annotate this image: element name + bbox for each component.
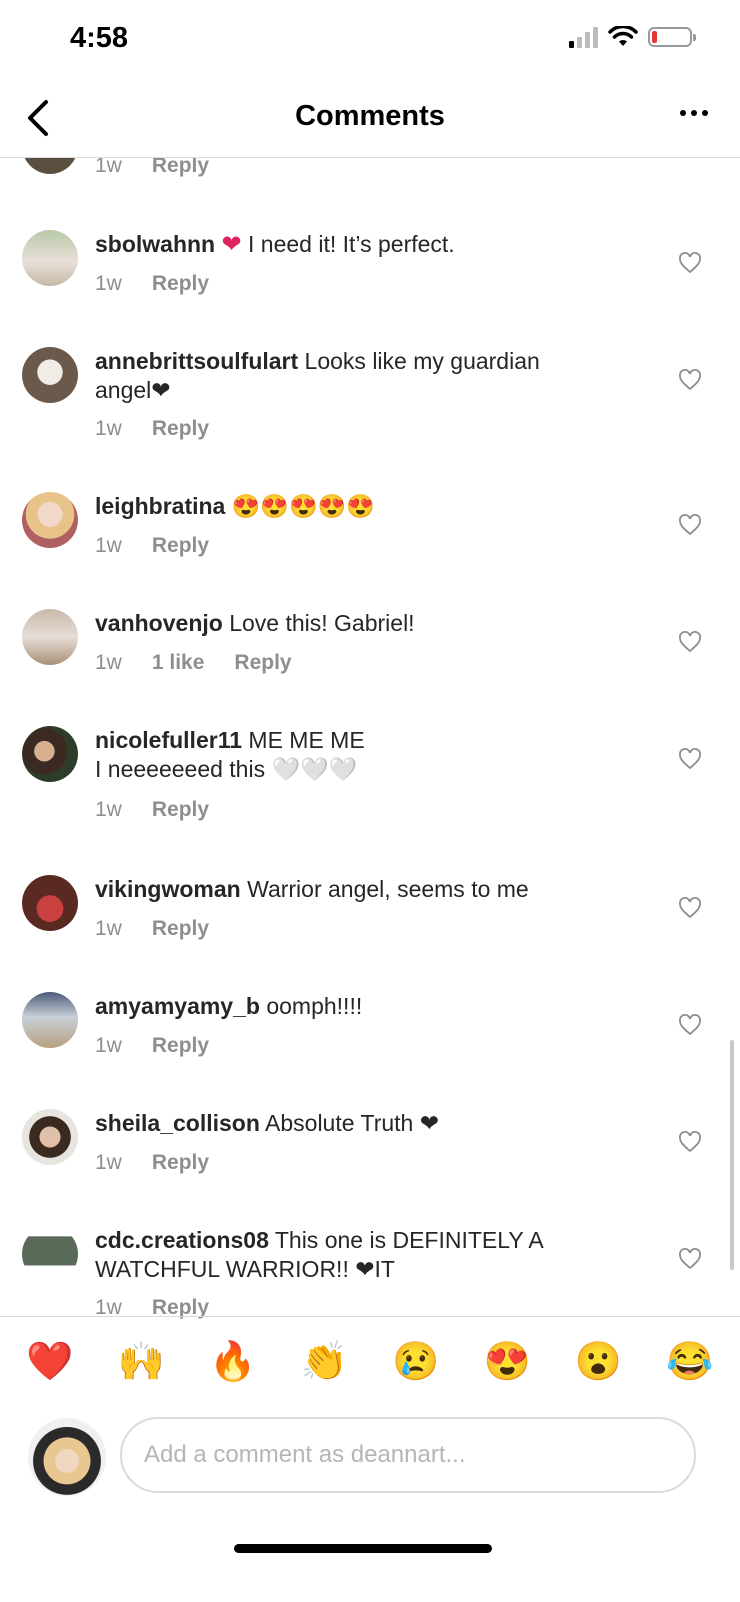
battery-icon [648,27,696,47]
like-heart-icon[interactable] [678,1014,702,1036]
reaction-raised-hands[interactable]: 🙌 [117,1340,165,1384]
comment-text: vikingwoman Warrior angel, seems to me [95,875,615,904]
comment-body: oomph!!!! [259,993,363,1019]
scrollbar[interactable] [730,1040,734,1270]
comment-username[interactable]: vikingwoman [95,876,241,902]
comment-time: 1w [95,272,122,295]
comment-text: cdc.creations08 This one is DEFINITELY A… [95,1226,605,1284]
status-icons [569,26,696,48]
comment-time: 1w [95,917,122,940]
nav-bar: Comments [0,80,740,158]
like-heart-icon[interactable] [678,631,702,653]
comment-username[interactable]: annebrittsoulfulart [95,348,298,374]
like-heart-icon[interactable] [678,897,702,919]
avatar[interactable] [22,992,78,1048]
cellular-signal-icon [569,26,598,48]
comment-text: annebrittsoulfulart Looks like my guardi… [95,347,595,405]
comment-time: 1w [95,651,122,674]
quick-reactions-bar: ❤️ 🙌 🔥 👏 😢 😍 😮 😂 [0,1316,740,1406]
avatar[interactable] [22,726,78,782]
reaction-crying[interactable]: 😢 [392,1340,440,1384]
reply-button[interactable]: Reply [152,798,209,822]
reaction-laughing[interactable]: 😂 [666,1340,714,1384]
reply-button[interactable]: Reply [234,651,291,675]
like-heart-icon[interactable] [678,514,702,536]
reaction-fire[interactable]: 🔥 [209,1340,257,1384]
comment-text: amyamyamy_b oomph!!!! [95,992,615,1021]
avatar[interactable] [22,875,78,931]
reply-button[interactable]: Reply [152,158,209,178]
comment-meta: 1w Reply [95,1151,209,1175]
status-time: 4:58 [70,22,129,54]
comment-meta: 1w Reply [95,158,209,178]
reply-button[interactable]: Reply [152,917,209,941]
like-heart-icon[interactable] [678,252,702,274]
comment-body: ME ME ME [242,727,365,753]
wifi-icon [608,26,638,46]
comment-text: nicolefuller11 ME ME ME I neeeeeeed this… [95,726,615,784]
comment-text: sheila_collison Absolute Truth ❤ [95,1109,615,1138]
comment-time: 1w [95,158,122,177]
reply-button[interactable]: Reply [152,272,209,296]
comment-time: 1w [95,1034,122,1057]
reply-button[interactable]: Reply [152,1151,209,1175]
comment-composer [0,1408,740,1508]
comment-username[interactable]: leighbratina [95,493,225,519]
comment-body: Love this! Gabriel! [222,610,415,636]
own-avatar [28,1418,106,1496]
comment-meta: 1w 1 like Reply [95,651,292,675]
comment-username[interactable]: nicolefuller11 [95,727,242,753]
comment-meta: 1w Reply [95,534,209,558]
avatar[interactable] [22,1109,78,1165]
reply-button[interactable]: Reply [152,1034,209,1058]
more-options-icon[interactable] [680,110,708,116]
comments-list[interactable]: 1w Reply sbolwahnn ❤ I need it! It’s per… [0,158,740,1348]
like-heart-icon[interactable] [678,1131,702,1153]
comment-text: sbolwahnn ❤ I need it! It’s perfect. [95,230,615,259]
reaction-heart[interactable]: ❤️ [26,1340,74,1384]
comment-username[interactable]: amyamyamy_b [95,993,260,1019]
comment-time: 1w [95,417,122,440]
status-bar: 4:58 [0,0,740,80]
reply-button[interactable]: Reply [152,534,209,558]
comment-body: Absolute Truth ❤ [259,1110,439,1136]
comment-meta: 1w Reply [95,272,209,296]
like-heart-icon[interactable] [678,369,702,391]
likes-count[interactable]: 1 like [152,651,205,675]
avatar[interactable] [22,230,78,286]
comment-body-line2: I neeeeeeed this 🤍🤍🤍 [95,756,358,782]
reaction-heart-eyes[interactable]: 😍 [483,1340,531,1384]
comment-meta: 1w Reply [95,417,209,441]
reaction-clap[interactable]: 👏 [300,1340,348,1384]
comment-body: 😍😍😍😍😍 [225,493,375,519]
comment-meta: 1w Reply [95,798,209,822]
reply-button[interactable]: Reply [152,417,209,441]
like-heart-icon[interactable] [678,748,702,770]
like-heart-icon[interactable] [678,1248,702,1270]
comment-body: I need it! It’s perfect. [241,231,455,257]
comment-username[interactable]: vanhovenjo [95,610,223,636]
comment-meta: 1w Reply [95,917,209,941]
avatar[interactable] [22,1226,78,1282]
comment-text: vanhovenjo Love this! Gabriel! [95,609,615,638]
comment-text: leighbratina 😍😍😍😍😍 [95,492,615,521]
comment-username[interactable]: cdc.creations08 [95,1227,269,1253]
avatar[interactable] [22,492,78,548]
comment-username[interactable]: sbolwahnn [95,231,215,257]
comment-meta: 1w Reply [95,1034,209,1058]
avatar[interactable] [22,158,78,174]
avatar[interactable] [22,347,78,403]
avatar[interactable] [22,609,78,665]
heart-emoji: ❤ [221,231,242,258]
comment-time: 1w [95,1151,122,1174]
comment-time: 1w [95,798,122,821]
home-indicator[interactable] [234,1544,492,1553]
comment-input[interactable] [120,1417,696,1493]
comment-body: Warrior angel, seems to me [240,876,529,902]
comment-time: 1w [95,534,122,557]
reaction-surprised[interactable]: 😮 [575,1340,623,1384]
comment-username[interactable]: sheila_collison [95,1110,260,1136]
page-title: Comments [295,100,445,132]
